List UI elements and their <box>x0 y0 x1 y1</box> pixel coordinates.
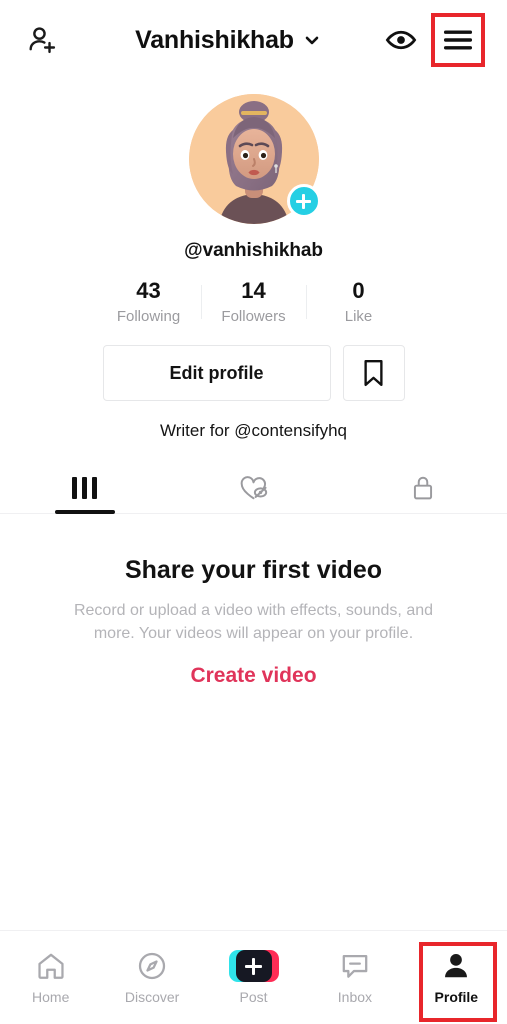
empty-state-subtitle: Record or upload a video with effects, s… <box>73 602 434 643</box>
create-video-button[interactable]: Create video <box>190 664 316 688</box>
bottom-navigation: Home Discover Post Inbox Profile <box>0 930 507 1024</box>
eye-icon[interactable] <box>385 24 417 56</box>
page-title: Vanhishikhab <box>135 25 294 54</box>
heart-hidden-icon <box>238 473 270 503</box>
bookmark-icon <box>360 358 387 388</box>
nav-item-home[interactable]: Home <box>0 931 101 1024</box>
stat-value: 14 <box>241 278 266 303</box>
profile-bio: Writer for @contensifyhq <box>159 421 347 441</box>
tiktok-profile-screen: Vanhishikhab @vanhishikhab 43 Following … <box>0 0 507 1024</box>
edit-profile-button[interactable]: Edit profile <box>102 345 331 402</box>
nav-label: Inbox <box>337 989 373 1005</box>
stats-row: 43 Following 14 Followers 0 Like <box>97 278 411 325</box>
stat-likes[interactable]: 0 Like <box>307 278 411 325</box>
plus-icon <box>245 957 263 975</box>
tab-liked[interactable] <box>169 463 338 513</box>
message-icon <box>339 950 371 982</box>
header-right-group <box>373 13 493 67</box>
lock-icon <box>410 473 436 503</box>
avatar-container[interactable] <box>188 94 321 224</box>
nav-label: Home <box>32 989 70 1005</box>
nav-label: Discover <box>124 989 180 1005</box>
empty-state-title: Share your first video <box>124 556 383 585</box>
stat-label: Followers <box>221 308 286 326</box>
add-person-icon[interactable] <box>26 23 60 57</box>
nav-item-discover[interactable]: Discover <box>101 931 202 1024</box>
hamburger-menu-highlight <box>431 13 485 67</box>
post-core <box>235 950 272 982</box>
tab-active-indicator <box>54 510 115 515</box>
person-icon <box>440 950 472 982</box>
nav-item-post[interactable]: Post <box>203 931 304 1024</box>
bookmark-button[interactable] <box>342 345 405 402</box>
stat-label: Like <box>344 308 373 326</box>
profile-handle: @vanhishikhab <box>184 240 323 261</box>
profile-tabs <box>0 463 507 515</box>
follow-plus-badge[interactable] <box>286 184 321 218</box>
hamburger-menu-icon[interactable] <box>442 27 474 53</box>
plus-box-icon <box>228 950 279 982</box>
header-left-group <box>14 23 84 57</box>
home-icon <box>35 950 67 982</box>
top-header: Vanhishikhab <box>0 0 507 80</box>
nav-item-inbox[interactable]: Inbox <box>304 931 405 1024</box>
compass-icon <box>136 950 168 982</box>
chevron-down-icon[interactable] <box>302 30 322 50</box>
stat-value: 0 <box>352 278 365 303</box>
stat-value: 43 <box>136 278 161 303</box>
stat-following[interactable]: 43 Following <box>97 278 201 325</box>
header-title-group[interactable]: Vanhishikhab <box>84 26 373 55</box>
profile-actions: Edit profile <box>102 345 405 402</box>
nav-item-profile[interactable]: Profile <box>406 931 507 1024</box>
stat-label: Following <box>116 308 181 326</box>
stat-followers[interactable]: 14 Followers <box>202 278 306 325</box>
empty-state: Share your first video Record or upload … <box>0 514 507 930</box>
nav-label: Profile <box>434 989 479 1005</box>
tab-videos[interactable] <box>0 463 169 515</box>
profile-section: @vanhishikhab 43 Following 14 Followers … <box>0 80 507 515</box>
tab-private[interactable] <box>338 463 507 513</box>
grid-columns-icon <box>72 477 97 500</box>
nav-label: Post <box>239 989 268 1005</box>
